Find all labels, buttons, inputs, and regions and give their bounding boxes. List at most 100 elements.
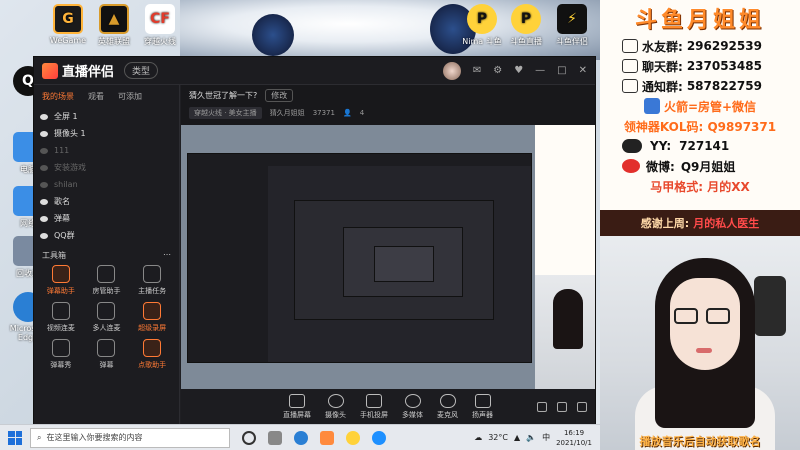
source-camera[interactable]: 摄像头 xyxy=(325,394,346,420)
search-icon: ⌕ xyxy=(37,432,42,442)
task-view-icon[interactable] xyxy=(268,430,282,445)
edit-title-button[interactable]: 修改 xyxy=(265,88,294,102)
tool-room-admin[interactable]: 房管助手 xyxy=(84,265,130,296)
notice-group-row: 通知群: 587822759 xyxy=(600,76,800,96)
kol-code: 领神器KOL码: Q9897371 xyxy=(623,119,777,134)
group-icon xyxy=(622,79,638,93)
maximize-icon[interactable]: □ xyxy=(557,65,566,76)
ime-indicator[interactable]: 中 xyxy=(542,432,550,443)
system-tray: ☁ 32°C ▲ 🔈 中 16:19 2021/10/1 xyxy=(474,428,600,448)
tool-recorder[interactable]: 超级录屏 xyxy=(129,302,175,333)
tool-danmu-show[interactable]: 弹幕秀 xyxy=(38,339,84,370)
tool-song-request[interactable]: 点歌助手 xyxy=(129,339,175,370)
tool-multi-link[interactable]: 多人连麦 xyxy=(84,302,130,333)
source-screen[interactable]: 直播屏幕 xyxy=(283,394,311,420)
temperature[interactable]: 32°C xyxy=(488,433,508,442)
clock[interactable]: 16:19 2021/10/1 xyxy=(556,428,592,448)
scene-item[interactable]: 歌名 xyxy=(34,193,179,210)
main-area: 猜久世冠了解一下? 修改 穿越火线 · 美女主播 猜久月姐姐 37371 👤 4 xyxy=(181,85,595,425)
media-icon xyxy=(404,394,421,408)
desktop-icon-label: WeGame xyxy=(49,36,87,45)
source-phone[interactable]: 手机投屏 xyxy=(360,394,388,420)
companion-icon: ⚡ xyxy=(557,4,587,34)
browser-taskbar-icon[interactable] xyxy=(372,430,386,445)
network-tray-icon[interactable]: ▲ xyxy=(514,433,520,442)
screen: G WeGame ▲ 英雄联盟 CF 穿越火线 Q 电脑 网络 回收站 Micr… xyxy=(0,0,800,450)
tab-my-scenes[interactable]: 我的场景 xyxy=(42,91,74,102)
douyu-taskbar-icon[interactable] xyxy=(346,430,360,445)
nested-preview-3 xyxy=(343,227,463,297)
live-companion-taskbar-icon[interactable] xyxy=(320,430,334,445)
source-label: 多媒体 xyxy=(402,411,423,419)
scene-label: 摄像头 1 xyxy=(54,129,86,138)
scene-item[interactable]: 安装游戏 xyxy=(34,159,179,176)
scene-item[interactable]: shilan xyxy=(34,176,179,193)
windows-start-icon[interactable] xyxy=(8,430,22,445)
window-controls: ✉ ⚙ ♥ — □ ✕ xyxy=(442,61,587,80)
scene-item[interactable]: 全屏 1 xyxy=(34,108,179,125)
scene-item[interactable]: 111 xyxy=(34,142,179,159)
scene-item[interactable]: QQ群 xyxy=(34,227,179,244)
group-label: 通知群: xyxy=(642,79,683,94)
tool-video-link[interactable]: 视频连麦 xyxy=(38,302,84,333)
multi-link-icon xyxy=(97,302,116,320)
eye-icon[interactable] xyxy=(40,232,48,239)
admin-icon xyxy=(97,265,116,283)
desktop-icon-cf[interactable]: CF 穿越火线 xyxy=(134,4,186,47)
promo-row: 火箭=房管+微信 xyxy=(600,96,800,116)
eye-icon[interactable] xyxy=(40,113,48,120)
edge-taskbar-icon[interactable] xyxy=(294,430,308,445)
category-tag[interactable]: 穿越火线 · 美女主播 xyxy=(189,107,262,119)
tab-watch[interactable]: 观看 xyxy=(88,91,104,102)
eye-icon[interactable] xyxy=(40,215,48,222)
toolbox-header: 工具箱 ⋯ xyxy=(34,244,179,265)
source-label: 摄像头 xyxy=(325,411,346,419)
scene-item[interactable]: 摄像头 1 xyxy=(34,125,179,142)
yy-label: YY: xyxy=(650,139,672,153)
app-logo: 直播伴侣 xyxy=(42,61,114,80)
mic-icon xyxy=(439,394,456,408)
nested-cam-hair xyxy=(553,289,583,349)
source-mic[interactable]: 麦克风 xyxy=(437,394,458,420)
source-speaker[interactable]: 扬声器 xyxy=(472,394,493,420)
scene-item[interactable]: 弹幕 xyxy=(34,210,179,227)
cortana-icon[interactable] xyxy=(242,430,256,445)
desktop-icon-companion[interactable]: ⚡ 斗鱼伴侣 xyxy=(546,4,598,47)
tab-addable[interactable]: 可添加 xyxy=(118,91,142,102)
toolbox-more-icon[interactable]: ⋯ xyxy=(163,250,171,261)
mail-icon[interactable]: ✉ xyxy=(473,65,481,76)
tool-tasks[interactable]: 主播任务 xyxy=(129,265,175,296)
eye-preview-icon[interactable] xyxy=(557,402,567,412)
song-caption: 播放音乐后自动获取歌名 xyxy=(639,435,761,448)
shirt-icon[interactable]: ♥ xyxy=(514,65,523,76)
source-bar: 直播屏幕 摄像头 手机投屏 多媒体 麦克风 扬声器 xyxy=(181,389,595,425)
tool-danmu-helper[interactable]: 弹幕助手 xyxy=(38,265,84,296)
stream-title: 猜久世冠了解一下? xyxy=(189,90,258,100)
tool-label: 弹幕秀 xyxy=(50,361,72,369)
viewers-icon: 👤 xyxy=(342,109,352,117)
desktop-icon-wegame[interactable]: G WeGame xyxy=(42,4,94,45)
eye-icon[interactable] xyxy=(40,164,48,171)
eye-icon[interactable] xyxy=(40,181,48,188)
preview-settings-icon[interactable] xyxy=(577,402,587,412)
close-icon[interactable]: ✕ xyxy=(579,65,587,76)
eye-icon[interactable] xyxy=(40,198,48,205)
minimize-icon[interactable]: — xyxy=(535,65,545,76)
desktop-icon-douyu-live[interactable]: P 斗鱼直播 xyxy=(500,4,552,47)
volume-icon[interactable]: 🔈 xyxy=(526,433,536,442)
desktop-icon-lol[interactable]: ▲ 英雄联盟 xyxy=(88,4,140,47)
settings-icon[interactable]: ⚙ xyxy=(493,65,502,76)
user-avatar[interactable] xyxy=(442,61,461,80)
douyu-icon: P xyxy=(467,4,497,34)
type-button[interactable]: 类型 xyxy=(124,62,159,79)
stream-preview[interactable] xyxy=(181,125,595,395)
taskbar-search[interactable]: ⌕ 在这里输入你要搜索的内容 xyxy=(30,427,230,448)
eye-icon[interactable] xyxy=(40,147,48,154)
eye-icon[interactable] xyxy=(40,130,48,137)
video-link-icon xyxy=(51,302,70,320)
viewer-count: 4 xyxy=(359,109,365,117)
source-media[interactable]: 多媒体 xyxy=(402,394,423,420)
weather-icon[interactable]: ☁ xyxy=(474,433,482,442)
play-icon[interactable] xyxy=(537,402,547,412)
tool-danmu[interactable]: 弹幕 xyxy=(84,339,130,370)
